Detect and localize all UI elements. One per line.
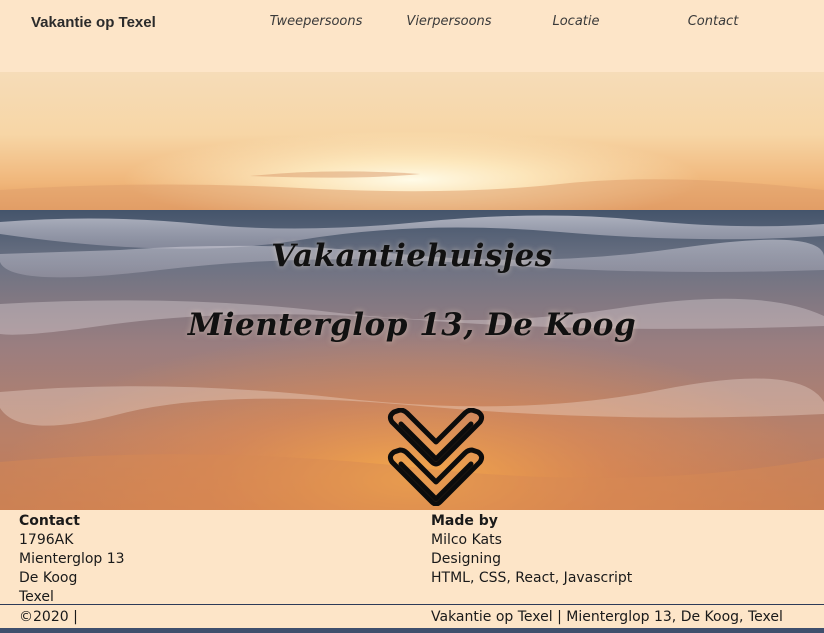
footer-divider <box>0 604 824 605</box>
footer-tagline: Vakantie op Texel | Mienterglop 13, De K… <box>431 609 783 625</box>
contact-postcode: 1796AK <box>19 532 74 548</box>
hero-title: Vakantiehuisjes <box>271 238 553 274</box>
made-by-column: Made by Milco Kats Designing HTML, CSS, … <box>431 510 632 588</box>
contact-column: Contact 1796AK Mienterglop 13 De Koog Te… <box>19 510 125 607</box>
hero-address: Mienterglop 13, De Koog <box>187 307 637 343</box>
contact-street: Mienterglop 13 <box>19 551 125 567</box>
made-by-heading: Made by <box>431 513 498 529</box>
nav-link-contact[interactable]: Contact <box>688 14 739 29</box>
double-chevron-down-icon[interactable] <box>384 407 488 507</box>
bottom-bar <box>0 628 824 633</box>
navbar: Vakantie op Texel Tweepersoons Vierperso… <box>0 0 824 72</box>
nav-link-tweepersoons[interactable]: Tweepersoons <box>270 14 363 29</box>
made-by-role: Designing <box>431 551 501 567</box>
contact-heading: Contact <box>19 513 80 529</box>
nav-link-vierpersoons[interactable]: Vierpersoons <box>406 14 491 29</box>
copyright-text: ©2020 | <box>19 609 78 625</box>
nav-link-locatie[interactable]: Locatie <box>552 14 599 29</box>
hero-section: Vakantiehuisjes Mienterglop 13, De Koog <box>0 72 824 510</box>
made-by-author: Milco Kats <box>431 532 502 548</box>
contact-town: De Koog <box>19 570 78 586</box>
made-by-tech: HTML, CSS, React, Javascript <box>431 570 633 586</box>
footer: Contact 1796AK Mienterglop 13 De Koog Te… <box>0 510 824 633</box>
brand-title[interactable]: Vakantie op Texel <box>31 14 156 31</box>
